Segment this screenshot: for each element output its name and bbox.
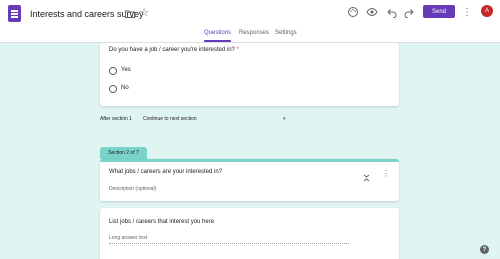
tab-settings[interactable]: Settings xyxy=(275,30,297,36)
question-title[interactable]: List jobs / careers that interest you he… xyxy=(109,219,214,225)
forms-logo-icon[interactable] xyxy=(8,5,21,22)
question-title[interactable]: Do you have a job / career you're intere… xyxy=(109,47,239,53)
preview-eye-icon[interactable] xyxy=(366,6,378,18)
tab-responses[interactable]: Responses xyxy=(239,30,269,36)
top-bar: Interests and careers survey ☆ Send ⋮ A … xyxy=(0,0,500,43)
section-more-icon[interactable]: ⋮ xyxy=(382,168,390,178)
section-description-field[interactable]: Description (optional) xyxy=(109,186,156,192)
dropdown-caret-icon[interactable]: ▾ xyxy=(283,116,286,122)
section-title[interactable]: What jobs / careers are your interested … xyxy=(109,169,222,175)
undo-icon[interactable] xyxy=(386,6,398,18)
radio-option-no[interactable] xyxy=(109,85,117,93)
help-icon[interactable]: ? xyxy=(480,245,489,254)
after-section-label: After section 1 xyxy=(100,116,132,122)
collapse-section-icon[interactable] xyxy=(363,169,370,182)
redo-icon[interactable] xyxy=(403,6,415,18)
section-badge: Section 2 of 7 xyxy=(100,147,147,159)
radio-option-yes[interactable] xyxy=(109,67,117,75)
palette-icon[interactable] xyxy=(347,6,359,18)
option-label-no: No xyxy=(121,85,129,91)
tab-questions[interactable]: Questions xyxy=(204,30,231,36)
more-vert-icon[interactable]: ⋮ xyxy=(462,6,472,18)
folder-icon[interactable] xyxy=(124,8,136,20)
section-navigation-select[interactable]: Continue to next section xyxy=(143,116,197,122)
active-tab-indicator xyxy=(204,40,231,42)
long-answer-field: Long answer text xyxy=(109,235,349,244)
star-icon[interactable]: ☆ xyxy=(138,7,150,19)
section-header-card[interactable]: What jobs / careers are your interested … xyxy=(100,159,399,201)
send-button[interactable]: Send xyxy=(423,5,455,18)
required-asterisk: * xyxy=(236,47,239,53)
question-title-text: Do you have a job / career you're intere… xyxy=(109,47,235,53)
question-card-list-jobs[interactable]: List jobs / careers that interest you he… xyxy=(100,208,399,259)
option-label-yes: Yes xyxy=(121,67,131,73)
account-avatar[interactable]: A xyxy=(481,5,493,17)
question-card-job-interest[interactable]: Do you have a job / career you're intere… xyxy=(100,43,399,106)
